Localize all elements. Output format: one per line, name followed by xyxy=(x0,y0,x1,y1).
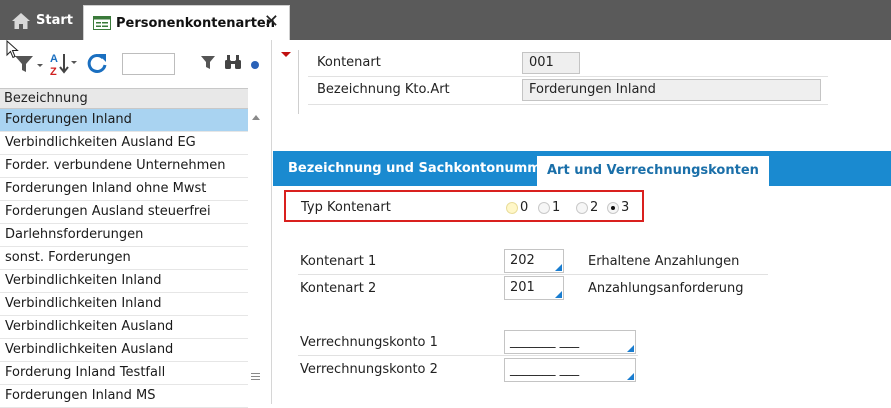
kontenart-label: Kontenart xyxy=(317,55,381,70)
kontenart2-description: Anzahlungsanforderung xyxy=(588,281,744,296)
list-item[interactable]: Verbindlichkeiten Inland xyxy=(0,293,248,316)
verrechnungskonto1-label: Verrechnungskonto 1 xyxy=(300,335,438,350)
list-item[interactable]: Verbindlichkeiten Ausland xyxy=(0,339,248,362)
lookup-corner-icon[interactable] xyxy=(627,373,634,380)
kontenart1-description: Erhaltene Anzahlungen xyxy=(588,254,740,269)
tab-start-label: Start xyxy=(36,13,73,28)
tab-bezeichnung-sachkontonummer[interactable]: Bezeichnung und Sachkontonummer xyxy=(276,151,568,186)
list-item[interactable]: Darlehnsforderungen xyxy=(0,224,248,247)
column-header-bezeichnung[interactable]: Bezeichnung xyxy=(0,88,248,109)
lookup-corner-icon[interactable] xyxy=(555,264,562,271)
radio-label: 1 xyxy=(552,200,561,215)
filter-icon[interactable] xyxy=(200,55,216,71)
bezeichnung-label: Bezeichnung Kto.Art xyxy=(317,82,450,97)
radio-0[interactable]: 0 xyxy=(506,200,528,215)
detail-panel: Kontenart 001 Bezeichnung Kto.Art Forder… xyxy=(273,40,891,404)
kontenart-field[interactable]: 001 xyxy=(522,52,580,74)
list-item[interactable]: Forderungen Inland ohne Mwst xyxy=(0,178,248,201)
refresh-icon[interactable] xyxy=(85,52,109,76)
radio-2[interactable]: 2 xyxy=(576,200,598,215)
typ-kontenart-label: Typ Kontenart xyxy=(301,200,391,215)
tab-start[interactable]: Start xyxy=(6,5,78,36)
radio-label: 2 xyxy=(590,200,599,215)
radio-label: 0 xyxy=(520,200,529,215)
divider xyxy=(298,274,768,275)
list-item[interactable]: Forderungen Inland MS xyxy=(0,385,248,408)
tab-personenkontenarten[interactable]: Personenkontenarten ✕ xyxy=(83,5,290,40)
kontenart2-label: Kontenart 2 xyxy=(300,281,377,296)
svg-text:A: A xyxy=(50,53,58,65)
list-item[interactable]: Verbindlichkeiten Ausland EG xyxy=(0,132,248,155)
radio-circle-icon[interactable] xyxy=(538,201,550,214)
tab-art-verrechnungskonten[interactable]: Art und Verrechnungskonten xyxy=(537,156,769,186)
lookup-corner-icon[interactable] xyxy=(627,345,634,352)
divider xyxy=(298,355,638,356)
list-item[interactable]: Verbindlichkeiten Ausland xyxy=(0,316,248,339)
radio-circle-icon[interactable] xyxy=(576,201,588,214)
lookup-corner-icon[interactable] xyxy=(555,291,562,298)
list-toolbar: A Z xyxy=(0,40,272,87)
verrechnungskonto1-value: _______ ___ xyxy=(510,334,580,349)
tab-title: Personenkontenarten xyxy=(116,15,275,31)
filter-dropdown-icon[interactable] xyxy=(14,54,44,76)
verrechnungskonto2-value: _______ ___ xyxy=(510,362,580,377)
list-item[interactable]: Forder. verbundene Unternehmen xyxy=(0,155,248,178)
radio-circle-icon[interactable] xyxy=(506,201,518,214)
bezeichnung-field[interactable]: Forderungen Inland xyxy=(522,79,821,101)
list-item[interactable]: Forderungen Ausland steuerfrei xyxy=(0,201,248,224)
section-tabs: Bezeichnung und Sachkontonummer Art und … xyxy=(273,151,891,186)
typ-kontenart-group: Typ Kontenart 0 1 2 3 xyxy=(284,190,644,222)
list-item[interactable]: Verbindlichkeiten Inland xyxy=(0,270,248,293)
status-dot-icon xyxy=(251,61,259,69)
tab-bar: Start Personenkontenarten ✕ xyxy=(0,0,891,40)
kontenart1-field[interactable]: 202 xyxy=(504,249,564,273)
form-icon xyxy=(93,16,111,30)
scroll-up-icon[interactable] xyxy=(252,115,260,120)
kontenart2-field[interactable]: 201 xyxy=(504,276,564,300)
list-item[interactable]: sonst. Forderungen xyxy=(0,247,248,270)
kontenart1-label: Kontenart 1 xyxy=(300,254,377,269)
divider xyxy=(298,50,299,114)
kontenart2-value: 201 xyxy=(510,280,535,295)
verrechnungskonto2-label: Verrechnungskonto 2 xyxy=(300,362,438,377)
verrechnungskonto2-field[interactable]: _______ ___ xyxy=(504,358,636,382)
sort-az-icon[interactable]: A Z xyxy=(49,51,79,77)
scroll-grip-icon[interactable] xyxy=(251,373,260,382)
list-item[interactable]: Forderung Inland Testfall xyxy=(0,362,248,385)
binoculars-icon[interactable] xyxy=(224,54,242,70)
radio-circle-icon[interactable] xyxy=(607,201,619,214)
search-input[interactable] xyxy=(122,53,175,75)
radio-label: 3 xyxy=(621,200,630,215)
close-icon[interactable]: ✕ xyxy=(264,13,279,31)
left-panel: A Z Bezeichnung Forderungen Inland Verbi… xyxy=(0,40,272,408)
kontenart1-value: 202 xyxy=(510,253,535,268)
radio-1[interactable]: 1 xyxy=(538,200,560,215)
divider xyxy=(308,104,828,105)
verrechnungskonto1-field[interactable]: _______ ___ xyxy=(504,330,636,354)
home-icon xyxy=(12,12,30,29)
radio-3[interactable]: 3 xyxy=(607,200,629,215)
list-scrollbar[interactable] xyxy=(248,109,264,404)
divider xyxy=(308,76,828,77)
collapse-arrow-icon[interactable] xyxy=(281,52,291,57)
svg-text:Z: Z xyxy=(50,66,57,77)
account-type-list: Forderungen Inland Verbindlichkeiten Ausl… xyxy=(0,109,248,408)
list-item[interactable]: Forderungen Inland xyxy=(0,109,248,132)
